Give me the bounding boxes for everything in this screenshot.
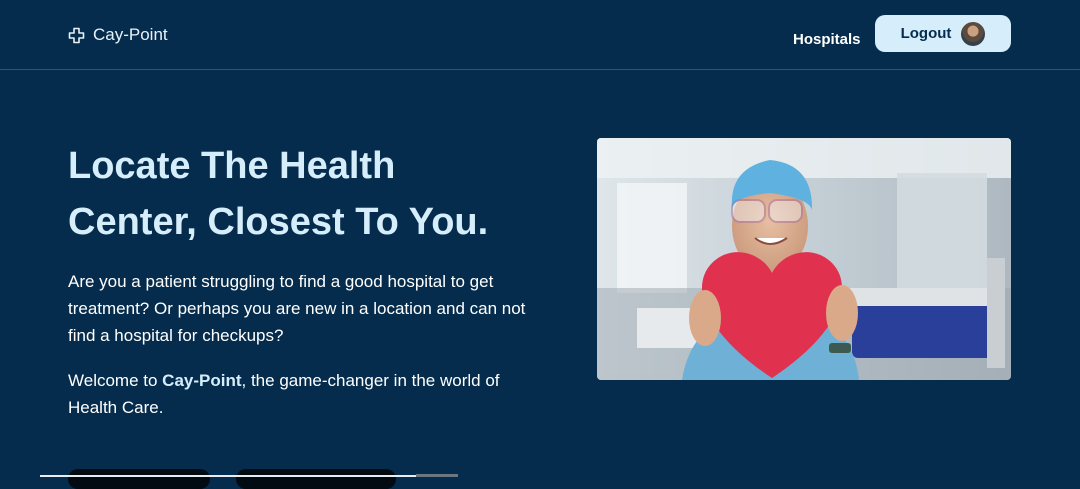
navbar: Cay-Point Hospitals Logout — [0, 0, 1080, 70]
app-store-button[interactable] — [68, 469, 210, 489]
avatar — [961, 21, 986, 46]
hero-intro-text: Are you a patient struggling to find a g… — [68, 272, 526, 345]
play-store-button[interactable] — [236, 469, 396, 489]
hero-title-line-2: Center, Closest To You. — [68, 201, 489, 243]
medical-cross-icon — [68, 27, 85, 43]
brand-logo[interactable]: Cay-Point — [68, 24, 168, 46]
logout-button[interactable]: Logout — [875, 15, 1011, 52]
welcome-prefix: Welcome to — [68, 371, 163, 390]
hospitals-link[interactable]: Hospitals — [793, 31, 861, 48]
welcome-brand: Cay-Point — [162, 371, 242, 390]
hero-title-line-1: Locate The Health — [68, 145, 396, 187]
logout-label: Logout — [900, 25, 952, 42]
hero-welcome-text: Welcome to Cay-Point, the game-changer i… — [68, 367, 538, 421]
hero-title: Locate The Health Center, Closest To You… — [68, 138, 548, 250]
hero-image-nurse-heart — [597, 138, 1011, 380]
brand-name: Cay-Point — [93, 25, 168, 44]
